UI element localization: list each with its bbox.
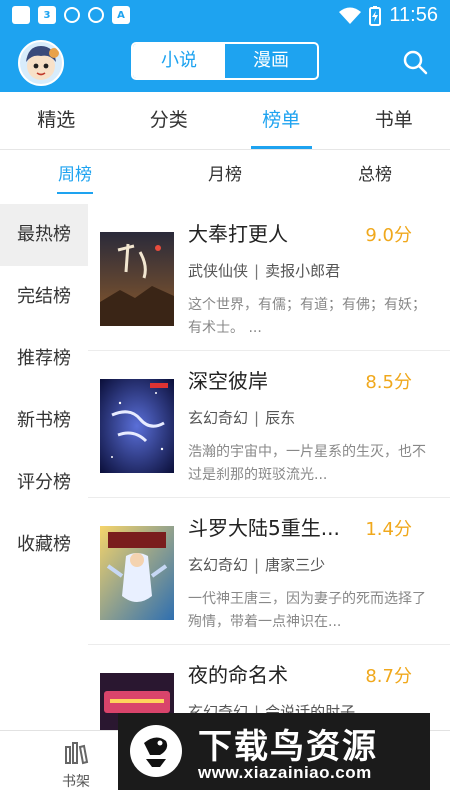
- battery-charging-icon: [369, 5, 382, 26]
- app-header: 小说 漫画: [0, 32, 450, 92]
- book-score: 8.5分: [365, 372, 412, 393]
- tab-featured[interactable]: 精选: [0, 92, 113, 149]
- list-item[interactable]: 斗罗大陆5重生... 1.4分 玄幻奇幻 | 唐家三少 一代神王唐三，因为妻子的死而…: [88, 498, 450, 645]
- book-score: 1.4分: [365, 519, 412, 540]
- search-icon: [403, 50, 428, 75]
- avatar[interactable]: [18, 40, 64, 86]
- list-item[interactable]: 大奉打更人 9.0分 武侠仙侠 | 卖报小郎君 这个世界，有儒；有道；有佛；有妖；有…: [88, 204, 450, 351]
- book-author: 辰东: [265, 409, 296, 427]
- rank-recommended[interactable]: 推荐榜: [0, 328, 88, 390]
- book-score: 9.0分: [365, 225, 412, 246]
- bookshelf-icon: [65, 742, 89, 765]
- book-cover: [100, 526, 174, 620]
- period-tabs: 周榜 月榜 总榜: [0, 150, 450, 204]
- rank-hottest[interactable]: 最热榜: [0, 204, 88, 266]
- cartoon-avatar-icon: [26, 46, 59, 80]
- watermark-banner: 下载鸟资源 www.xiazainiao.com: [118, 713, 430, 790]
- book-meta: 武侠仙侠 | 卖报小郎君: [188, 260, 340, 281]
- wifi-icon: [339, 7, 362, 24]
- book-meta: 玄幻奇幻 | 辰东: [188, 407, 295, 428]
- bird-logo-icon: [130, 725, 182, 777]
- book-genre: 武侠仙侠: [188, 262, 249, 280]
- rank-new[interactable]: 新书榜: [0, 390, 88, 452]
- segment-novel[interactable]: 小说: [133, 44, 225, 78]
- status-time: 11:56: [389, 4, 438, 26]
- tab-monthly[interactable]: 月榜: [150, 150, 300, 204]
- rank-rating[interactable]: 评分榜: [0, 452, 88, 514]
- tab-booklists[interactable]: 书单: [338, 92, 450, 149]
- status-bar-notifications: 3 A: [12, 6, 130, 24]
- book-cover: [100, 232, 174, 326]
- content-type-switch: 小说 漫画: [131, 42, 319, 80]
- book-description: 一代神王唐三，因为妻子的死而选择了殉情，带着一点神识在...: [188, 591, 426, 630]
- book-title: 大奉打更人: [188, 222, 288, 246]
- book-cover: [100, 379, 174, 473]
- font-a-icon: A: [112, 6, 130, 24]
- nav-bookshelf-label: 书架: [62, 774, 90, 790]
- tab-alltime[interactable]: 总榜: [300, 150, 450, 204]
- book-list: 大奉打更人 9.0分 武侠仙侠 | 卖报小郎君 这个世界，有儒；有道；有佛；有妖；有…: [88, 204, 450, 730]
- category-tabs: 精选 分类 榜单 书单: [0, 92, 450, 150]
- status-bar-system: 11:56: [339, 4, 438, 27]
- book-author: 唐家三少: [265, 556, 326, 574]
- rank-type-list: 最热榜 完结榜 推荐榜 新书榜 评分榜 收藏榜: [0, 204, 88, 730]
- book-title: 夜的命名术: [188, 663, 288, 687]
- tab-rankings[interactable]: 榜单: [225, 92, 338, 149]
- book-title: 斗罗大陆5重生...: [188, 516, 340, 540]
- meta-separator: |: [254, 556, 260, 574]
- meta-separator: |: [254, 262, 260, 280]
- tab-weekly[interactable]: 周榜: [0, 150, 150, 204]
- rank-favorites[interactable]: 收藏榜: [0, 514, 88, 576]
- book-score: 8.7分: [365, 666, 412, 687]
- watermark-title: 下载鸟资源: [198, 727, 378, 767]
- search-button[interactable]: [402, 49, 428, 75]
- book-author: 卖报小郎君: [265, 262, 341, 280]
- watermark-url: www.xiazainiao.com: [198, 763, 372, 782]
- network-3g-icon: 3: [38, 6, 56, 24]
- shield-check-icon: [88, 7, 104, 23]
- segment-comic[interactable]: 漫画: [225, 44, 317, 78]
- tab-categories[interactable]: 分类: [113, 92, 226, 149]
- meta-separator: |: [254, 409, 260, 427]
- book-genre: 玄幻奇幻: [188, 556, 249, 574]
- app-icon: [12, 6, 30, 24]
- book-description: 这个世界，有儒；有道；有佛；有妖；有术士。 ...: [188, 297, 426, 336]
- list-item[interactable]: 深空彼岸 8.5分 玄幻奇幻 | 辰东 浩瀚的宇宙中，一片星系的生灭，也不过是刹那的…: [88, 351, 450, 498]
- nav-bookshelf[interactable]: 书架: [50, 741, 102, 791]
- book-meta: 玄幻奇幻 | 唐家三少: [188, 554, 325, 575]
- book-description: 浩瀚的宇宙中，一片星系的生灭，也不过是刹那的斑驳流光...: [188, 444, 426, 483]
- book-genre: 玄幻奇幻: [188, 409, 249, 427]
- shield-icon: [64, 7, 80, 23]
- status-bar: 3 A 11:56: [0, 0, 450, 32]
- rank-completed[interactable]: 完结榜: [0, 266, 88, 328]
- book-title: 深空彼岸: [188, 369, 268, 393]
